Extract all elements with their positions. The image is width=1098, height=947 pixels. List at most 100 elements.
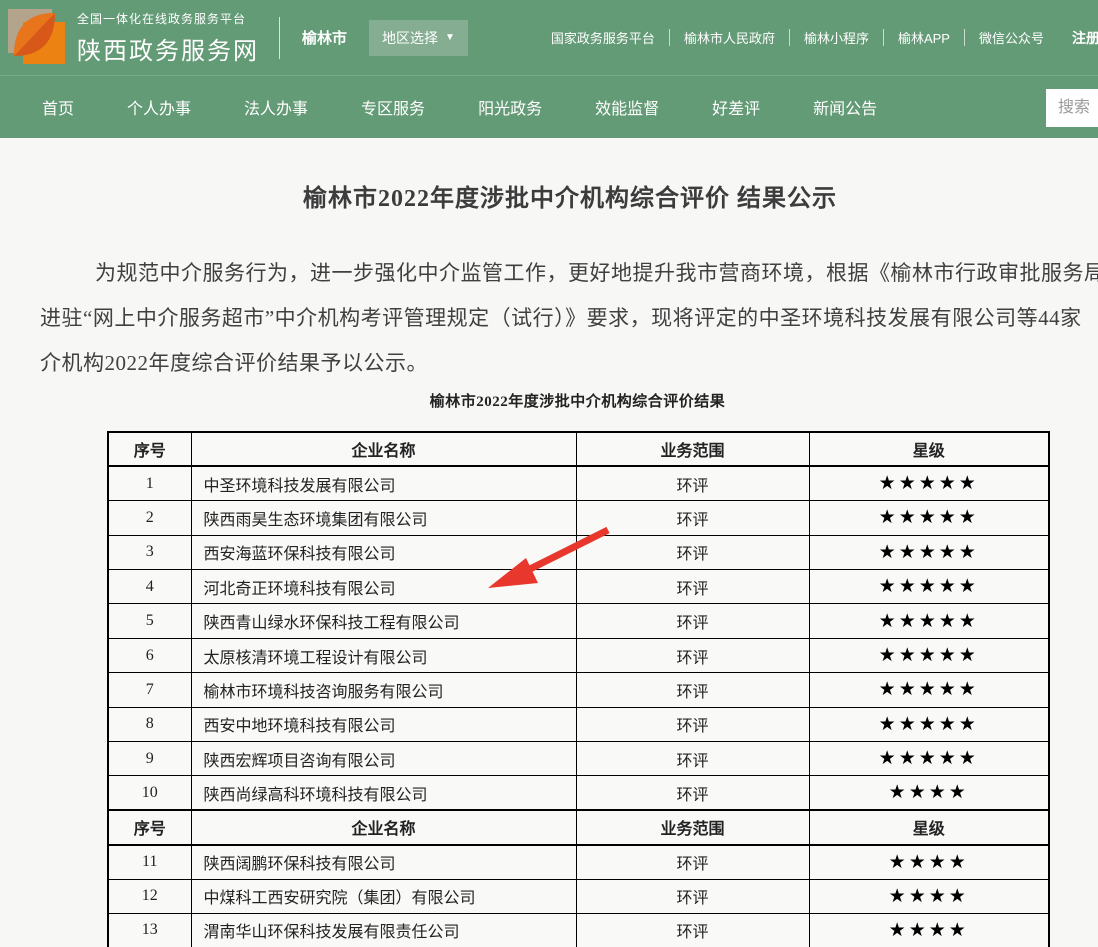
cell-name: 陕西尚绿高科环境科技有限公司 [191, 776, 576, 810]
table-row: 1中圣环境科技发展有限公司环评★★★★★ [108, 466, 1049, 500]
table-row: 7榆林市环境科技咨询服务有限公司环评★★★★★ [108, 673, 1049, 707]
cell-scope: 环评 [576, 466, 809, 500]
paragraph-line: 进驻“网上中介服务超市”中介机构考评管理规定（试行）》要求，现将评定的中圣环境科… [40, 296, 1098, 341]
cell-stars: ★★★★★ [809, 501, 1049, 535]
cell-name: 陕西雨昊生态环境集团有限公司 [191, 501, 576, 535]
column-header: 企业名称 [191, 432, 576, 466]
article: 榆林市2022年度涉批中介机构综合评价 结果公示 为规范中介服务行为，进一步强化… [0, 185, 1098, 947]
table-row: 3西安海蓝环保科技有限公司环评★★★★★ [108, 535, 1049, 569]
paragraph-line: 介机构2022年度综合评价结果予以公示。 [40, 341, 1098, 386]
cell-name: 中圣环境科技发展有限公司 [191, 466, 576, 500]
link-separator [669, 29, 670, 46]
cell-scope: 环评 [576, 673, 809, 707]
search-input[interactable] [1046, 89, 1098, 127]
link-separator [883, 29, 884, 46]
cell-stars: ★★★★★ [809, 673, 1049, 707]
cell-stars: ★★★★ [809, 776, 1049, 810]
cell-scope: 环评 [576, 776, 809, 810]
cell-no: 9 [108, 742, 191, 776]
cell-stars: ★★★★★ [809, 604, 1049, 638]
cell-scope: 环评 [576, 845, 809, 879]
cell-scope: 环评 [576, 707, 809, 741]
table-row: 5陕西青山绿水环保科技工程有限公司环评★★★★★ [108, 604, 1049, 638]
cell-name: 太原核清环境工程设计有限公司 [191, 638, 576, 672]
column-header: 业务范围 [576, 432, 809, 466]
cell-name: 中煤科工西安研究院（集团）有限公司 [191, 879, 576, 913]
nav-item-6[interactable]: 效能监督 [595, 95, 659, 119]
cell-stars: ★★★★★ [809, 638, 1049, 672]
top-link-2[interactable]: 榆林市人民政府 [684, 28, 775, 47]
nav-item-5[interactable]: 阳光政务 [478, 95, 542, 119]
table-caption: 榆林市2022年度涉批中介机构综合评价结果 [107, 392, 1048, 412]
cell-stars: ★★★★★ [809, 707, 1049, 741]
cell-name: 河北奇正环境科技有限公司 [191, 570, 576, 604]
top-links: 国家政务服务平台 榆林市人民政府 榆林小程序 榆林APP 微信公众号 [551, 28, 1044, 47]
table-row: 9陕西宏辉项目咨询有限公司环评★★★★★ [108, 742, 1049, 776]
site-header: 全国一体化在线政务服务平台 陕西政务服务网 榆林市 地区选择 ▼ 国家政务服务平… [0, 0, 1098, 75]
cell-stars: ★★★★ [809, 879, 1049, 913]
cell-no: 2 [108, 501, 191, 535]
results-section: 榆林市2022年度涉批中介机构综合评价结果 序号企业名称业务范围星级1中圣环境科… [107, 392, 1048, 947]
chevron-down-icon: ▼ [445, 33, 455, 43]
cell-scope: 环评 [576, 742, 809, 776]
table-row: 12中煤科工西安研究院（集团）有限公司环评★★★★ [108, 879, 1049, 913]
nav-item-8[interactable]: 新闻公告 [813, 95, 877, 119]
cell-scope: 环评 [576, 913, 809, 947]
cell-name: 渭南华山环保科技发展有限责任公司 [191, 913, 576, 947]
announcement-paragraph: 为规范中介服务行为，进一步强化中介监管工作，更好地提升我市营商环境，根据《榆林市… [40, 251, 1098, 386]
top-link-5[interactable]: 微信公众号 [979, 28, 1044, 47]
cell-name: 西安海蓝环保科技有限公司 [191, 535, 576, 569]
top-link-1[interactable]: 国家政务服务平台 [551, 28, 655, 47]
cell-name: 陕西宏辉项目咨询有限公司 [191, 742, 576, 776]
nav-item-7[interactable]: 好差评 [712, 95, 760, 119]
cell-scope: 环评 [576, 879, 809, 913]
cell-stars: ★★★★ [809, 913, 1049, 947]
table-row: 4河北奇正环境科技有限公司环评★★★★★ [108, 570, 1049, 604]
site-logo-icon [8, 9, 65, 66]
site-name: 陕西政务服务网 [77, 31, 259, 66]
region-selector-button[interactable]: 地区选择 ▼ [369, 20, 468, 56]
cell-name: 榆林市环境科技咨询服务有限公司 [191, 673, 576, 707]
cell-no: 8 [108, 707, 191, 741]
main-nav: 首页 个人办事 法人办事 专区服务 阳光政务 效能监督 好差评 新闻公告 [0, 75, 1098, 138]
link-separator [964, 29, 965, 46]
link-separator [789, 29, 790, 46]
cell-stars: ★★★★★ [809, 466, 1049, 500]
cell-name: 陕西青山绿水环保科技工程有限公司 [191, 604, 576, 638]
cell-scope: 环评 [576, 501, 809, 535]
table-row: 11陕西阔鹏环保科技有限公司环评★★★★ [108, 845, 1049, 879]
paragraph-line: 为规范中介服务行为，进一步强化中介监管工作，更好地提升我市营商环境，根据《榆林市… [40, 251, 1098, 296]
cell-no: 4 [108, 570, 191, 604]
table-row: 13渭南华山环保科技发展有限责任公司环评★★★★ [108, 913, 1049, 947]
table-row: 10陕西尚绿高科环境科技有限公司环评★★★★ [108, 776, 1049, 810]
region-selector-label: 地区选择 [382, 28, 438, 48]
table-row: 6太原核清环境工程设计有限公司环评★★★★★ [108, 638, 1049, 672]
nav-item-4[interactable]: 专区服务 [361, 95, 425, 119]
cell-name: 陕西阔鹏环保科技有限公司 [191, 845, 576, 879]
nav-item-1[interactable]: 首页 [42, 95, 74, 119]
cell-no: 7 [108, 673, 191, 707]
column-header: 序号 [108, 432, 191, 466]
cell-no: 13 [108, 913, 191, 947]
cell-stars: ★★★★★ [809, 535, 1049, 569]
column-header: 企业名称 [191, 810, 576, 844]
cell-stars: ★★★★★ [809, 742, 1049, 776]
current-city[interactable]: 榆林市 [302, 27, 347, 48]
column-header: 序号 [108, 810, 191, 844]
platform-name: 全国一体化在线政务服务平台 [77, 10, 259, 27]
cell-scope: 环评 [576, 535, 809, 569]
register-link[interactable]: 注册 [1072, 28, 1098, 48]
nav-item-3[interactable]: 法人办事 [244, 95, 308, 119]
cell-no: 11 [108, 845, 191, 879]
brand-text: 全国一体化在线政务服务平台 陕西政务服务网 [77, 10, 259, 66]
cell-stars: ★★★★★ [809, 570, 1049, 604]
nav-items: 首页 个人办事 法人办事 专区服务 阳光政务 效能监督 好差评 新闻公告 [0, 95, 877, 119]
top-link-4[interactable]: 榆林APP [898, 28, 950, 47]
cell-no: 6 [108, 638, 191, 672]
cell-no: 12 [108, 879, 191, 913]
top-link-3[interactable]: 榆林小程序 [804, 28, 869, 47]
nav-item-2[interactable]: 个人办事 [127, 95, 191, 119]
column-header: 星级 [809, 810, 1049, 844]
header-divider [279, 17, 280, 59]
column-header: 星级 [809, 432, 1049, 466]
